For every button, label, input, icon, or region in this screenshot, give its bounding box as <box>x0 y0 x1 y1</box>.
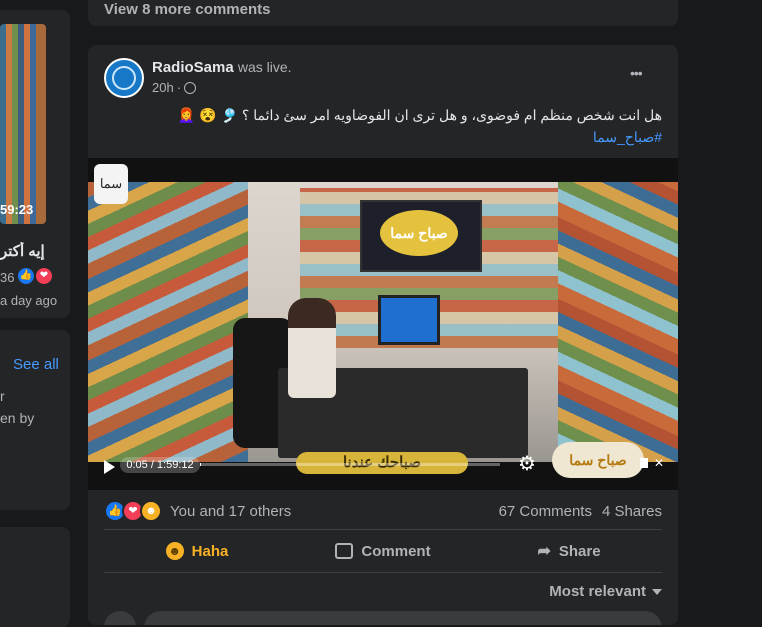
video-progress-bar[interactable] <box>200 463 500 466</box>
radiosama-logo <box>112 66 136 90</box>
post-time[interactable]: 20h <box>152 80 174 95</box>
volume-icon[interactable] <box>640 458 648 468</box>
reactions-text[interactable]: You and 17 others <box>170 503 291 520</box>
shares-count[interactable]: 4 Shares <box>602 503 662 520</box>
left-card-title[interactable]: إيه أكتر <box>0 242 60 260</box>
author-status: was live. <box>238 59 292 75</box>
left-reaction-count[interactable]: 36 <box>0 270 14 285</box>
show-logo: صباح سما <box>552 442 644 478</box>
left-bottom-card <box>0 527 70 627</box>
comment-composer-avatar[interactable] <box>104 611 136 625</box>
comment-input[interactable] <box>144 611 662 625</box>
comment-sort-dropdown[interactable]: Most relevant <box>549 583 662 600</box>
post-meta: 20h · <box>152 80 196 95</box>
haha-icon: ☻ <box>166 542 184 560</box>
left-section-card: See all r en by <box>0 330 70 510</box>
share-button[interactable]: ➦ Share <box>476 530 662 572</box>
post-header: RadioSama was live. <box>152 59 292 76</box>
like-icon: 👍 <box>18 268 34 284</box>
comment-label: Comment <box>361 543 430 560</box>
close-icon[interactable]: ✕ <box>654 456 664 470</box>
globe-icon <box>184 82 196 94</box>
studio-monitor <box>378 295 440 345</box>
play-icon[interactable] <box>104 460 115 474</box>
settings-icon[interactable]: ⚙ <box>518 454 536 474</box>
separator-dot: · <box>177 80 181 95</box>
haha-label: Haha <box>192 543 229 560</box>
comment-button[interactable]: Comment <box>290 530 476 572</box>
left-feed-card[interactable]: 59:23 إيه أكتر 36 👍 ❤ a day ago <box>0 10 70 318</box>
share-icon: ➦ <box>537 541 550 561</box>
haha-button[interactable]: ☻ Haha <box>104 530 290 572</box>
post-action-bar: ☻ Haha Comment ➦ Share <box>104 529 662 573</box>
post-menu-button[interactable]: ••• <box>630 65 642 81</box>
video-time-display: 0:05 / 1:59:12 <box>120 457 200 473</box>
chevron-down-icon <box>652 589 662 595</box>
comments-count[interactable]: 67 Comments <box>499 503 592 520</box>
view-more-comments[interactable]: View 8 more comments <box>104 1 270 18</box>
reactions-summary[interactable]: 👍 ❤ ☻ You and 17 others <box>104 500 291 522</box>
post-hashtag[interactable]: #صباح_سما <box>104 129 662 146</box>
left-text-2: en by <box>0 410 34 426</box>
author-avatar[interactable] <box>104 58 144 98</box>
sort-label: Most relevant <box>549 583 646 600</box>
previous-post-card: View 8 more comments <box>88 0 678 26</box>
tv-logo: صباح سما <box>380 210 458 256</box>
video-thumbnail[interactable] <box>0 24 46 224</box>
share-label: Share <box>559 543 601 560</box>
haha-icon: ☻ <box>140 500 162 522</box>
left-text-1: r <box>0 388 5 404</box>
love-icon: ❤ <box>36 268 52 284</box>
presenter <box>288 298 336 398</box>
comment-icon <box>335 543 353 559</box>
see-all-link[interactable]: See all <box>13 356 59 373</box>
thumbnail-time: 59:23 <box>0 202 33 217</box>
left-wall <box>88 182 248 462</box>
right-wall <box>558 182 678 462</box>
post-text: هل انت شخص منظم ام فوضوى، و هل ترى ان ال… <box>104 107 662 124</box>
channel-corner-logo: سما <box>94 164 128 204</box>
author-name[interactable]: RadioSama <box>152 59 234 76</box>
post-card: RadioSama was live. 20h · ••• هل انت شخص… <box>88 45 678 625</box>
left-time-ago: a day ago <box>0 293 57 308</box>
engagement-counts: 67 Comments 4 Shares <box>499 503 662 520</box>
video-player[interactable]: صباح سما سما صباحك عندنا صباح سما 0:05 /… <box>88 158 678 490</box>
